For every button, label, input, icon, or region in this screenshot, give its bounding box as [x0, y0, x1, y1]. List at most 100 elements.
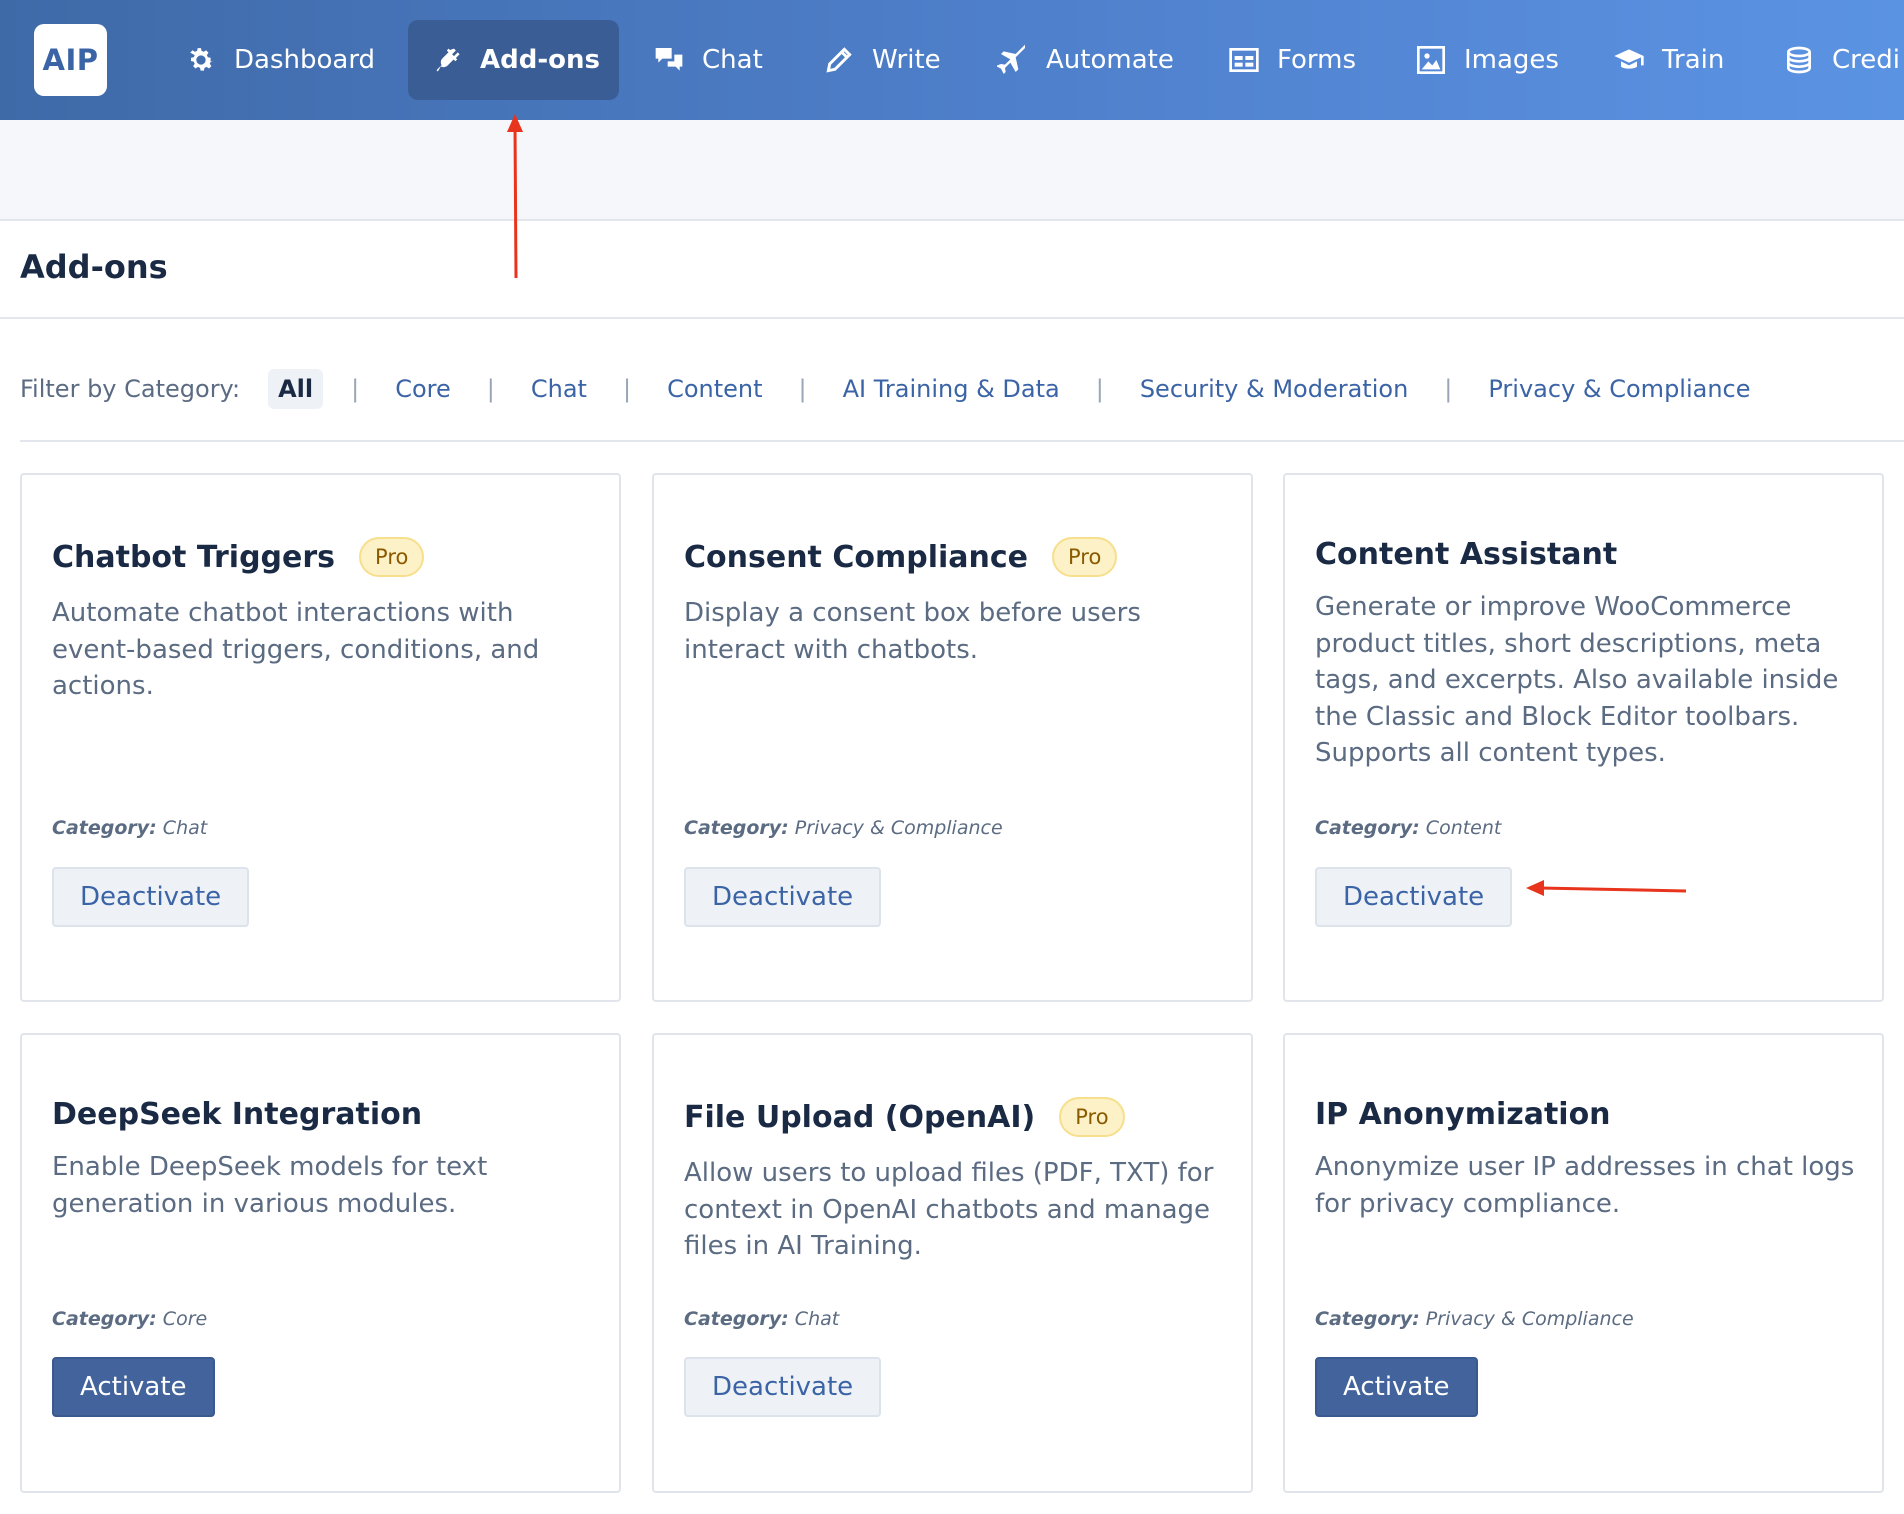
page-title: Add-ons	[20, 248, 168, 286]
category-label: Category:	[684, 817, 789, 839]
annotation-arrow-left	[1526, 880, 1687, 896]
addon-category: Category: Privacy & Compliance	[684, 817, 1003, 839]
nav-item-dashboard[interactable]: Dashboard	[184, 20, 375, 100]
app-logo[interactable]: AIP	[34, 24, 107, 96]
category-label: Category:	[52, 1308, 157, 1330]
notice-area	[0, 120, 1904, 221]
filter-separator: |	[486, 375, 495, 403]
addon-category: Category: Privacy & Compliance	[1315, 1308, 1634, 1330]
addon-description: Generate or improve WooCommerce product …	[1315, 592, 1839, 768]
chat-bubbles-icon	[652, 43, 686, 77]
pro-badge: Pro	[1059, 1097, 1125, 1137]
category-label: Category:	[1315, 1308, 1420, 1330]
deactivate-button[interactable]: Deactivate	[684, 1357, 882, 1417]
category-filter: Filter by Category: All | Core | Chat | …	[20, 366, 1759, 412]
card-header: Chatbot Triggers Pro	[52, 537, 425, 577]
category-value: Chat	[162, 817, 208, 839]
addon-category: Category: Content	[1315, 817, 1501, 839]
top-nav-bar: AIP Dashboard Add-ons Chat Write Automat…	[0, 0, 1904, 120]
gear-icon	[184, 43, 218, 77]
nav-label: Dashboard	[234, 45, 376, 75]
addon-title: File Upload (OpenAI)	[684, 1099, 1036, 1135]
addon-card-consent-compliance: Consent Compliance Pro Display a consent…	[652, 473, 1253, 1002]
nav-item-automate[interactable]: Automate	[996, 20, 1174, 100]
nav-label: Write	[872, 45, 941, 75]
pencil-icon	[822, 43, 856, 77]
filter-chat[interactable]: Chat	[523, 375, 595, 403]
addon-card-content-assistant: Content Assistant Generate or improve Wo…	[1283, 473, 1884, 1002]
nav-label: Credi	[1832, 45, 1900, 75]
nav-item-forms[interactable]: Forms	[1227, 20, 1356, 100]
filter-ai-training[interactable]: AI Training & Data	[835, 375, 1068, 403]
category-label: Category:	[1315, 817, 1420, 839]
nav-item-addons[interactable]: Add-ons	[408, 20, 619, 100]
addon-description: Enable DeepSeek models for text generati…	[52, 1152, 488, 1219]
deactivate-button[interactable]: Deactivate	[684, 867, 882, 927]
pro-badge: Pro	[359, 537, 425, 577]
addon-description: Allow users to upload files (PDF, TXT) f…	[684, 1158, 1214, 1261]
nav-label: Chat	[702, 45, 763, 75]
category-value: Privacy & Compliance	[794, 817, 1003, 839]
filter-core[interactable]: Core	[387, 375, 459, 403]
nav-item-chat[interactable]: Chat	[652, 20, 763, 100]
divider	[20, 440, 1904, 442]
nav-label: Forms	[1277, 45, 1357, 75]
filter-separator: |	[1444, 375, 1453, 403]
form-icon	[1227, 43, 1261, 77]
filter-separator: |	[351, 375, 360, 403]
filter-separator: |	[622, 375, 632, 403]
nav-item-credits[interactable]: Credi	[1782, 20, 1900, 100]
filter-label: Filter by Category:	[20, 375, 241, 403]
filter-content[interactable]: Content	[659, 375, 770, 403]
card-header: IP Anonymization	[1315, 1097, 1611, 1132]
card-header: Consent Compliance Pro	[684, 537, 1118, 577]
nav-item-train[interactable]: Train	[1612, 20, 1724, 100]
deactivate-button[interactable]: Deactivate	[52, 867, 250, 927]
filter-separator: |	[1095, 375, 1104, 403]
addon-title: Chatbot Triggers	[52, 539, 336, 575]
nav-item-write[interactable]: Write	[822, 20, 941, 100]
filter-security[interactable]: Security & Moderation	[1132, 375, 1416, 403]
addon-card-file-upload: File Upload (OpenAI) Pro Allow users to …	[652, 1033, 1253, 1493]
addon-category: Category: Chat	[684, 1308, 839, 1330]
plug-icon	[432, 43, 464, 77]
addon-card-chatbot-triggers: Chatbot Triggers Pro Automate chatbot in…	[20, 473, 621, 1002]
addon-title: Content Assistant	[1315, 537, 1618, 572]
category-value: Core	[162, 1308, 208, 1330]
category-value: Chat	[794, 1308, 840, 1330]
coins-icon	[1782, 43, 1816, 77]
activate-button[interactable]: Activate	[52, 1357, 215, 1417]
filter-all[interactable]: All	[268, 369, 324, 409]
category-value: Privacy & Compliance	[1425, 1308, 1634, 1330]
category-value: Content	[1425, 817, 1502, 839]
card-header: DeepSeek Integration	[52, 1097, 422, 1132]
card-header: Content Assistant	[1315, 537, 1617, 572]
nav-label: Add-ons	[480, 45, 600, 75]
nav-label: Images	[1464, 45, 1559, 75]
plane-icon	[996, 43, 1030, 77]
nav-label: Train	[1662, 45, 1725, 75]
deactivate-button[interactable]: Deactivate	[1315, 867, 1513, 927]
addon-title: Consent Compliance	[684, 539, 1028, 575]
pro-badge: Pro	[1052, 537, 1118, 577]
addon-description: Anonymize user IP addresses in chat logs…	[1315, 1152, 1855, 1219]
addon-description: Automate chatbot interactions with event…	[52, 598, 540, 701]
nav-label: Automate	[1046, 45, 1174, 75]
addon-title: DeepSeek Integration	[52, 1097, 423, 1132]
category-label: Category:	[684, 1308, 789, 1330]
addon-card-ip-anonymization: IP Anonymization Anonymize user IP addre…	[1283, 1033, 1884, 1493]
graduation-cap-icon	[1612, 43, 1646, 77]
image-icon	[1414, 43, 1448, 77]
divider	[0, 317, 1904, 319]
addon-card-deepseek-integration: DeepSeek Integration Enable DeepSeek mod…	[20, 1033, 621, 1493]
card-header: File Upload (OpenAI) Pro	[684, 1097, 1125, 1137]
annotation-arrow-up	[507, 114, 523, 279]
filter-privacy[interactable]: Privacy & Compliance	[1480, 375, 1758, 403]
category-label: Category:	[52, 817, 157, 839]
addon-category: Category: Core	[52, 1308, 207, 1330]
addon-category: Category: Chat	[52, 817, 207, 839]
filter-separator: |	[798, 375, 807, 403]
activate-button[interactable]: Activate	[1315, 1357, 1478, 1417]
nav-item-images[interactable]: Images	[1414, 20, 1559, 100]
addon-title: IP Anonymization	[1315, 1097, 1611, 1132]
